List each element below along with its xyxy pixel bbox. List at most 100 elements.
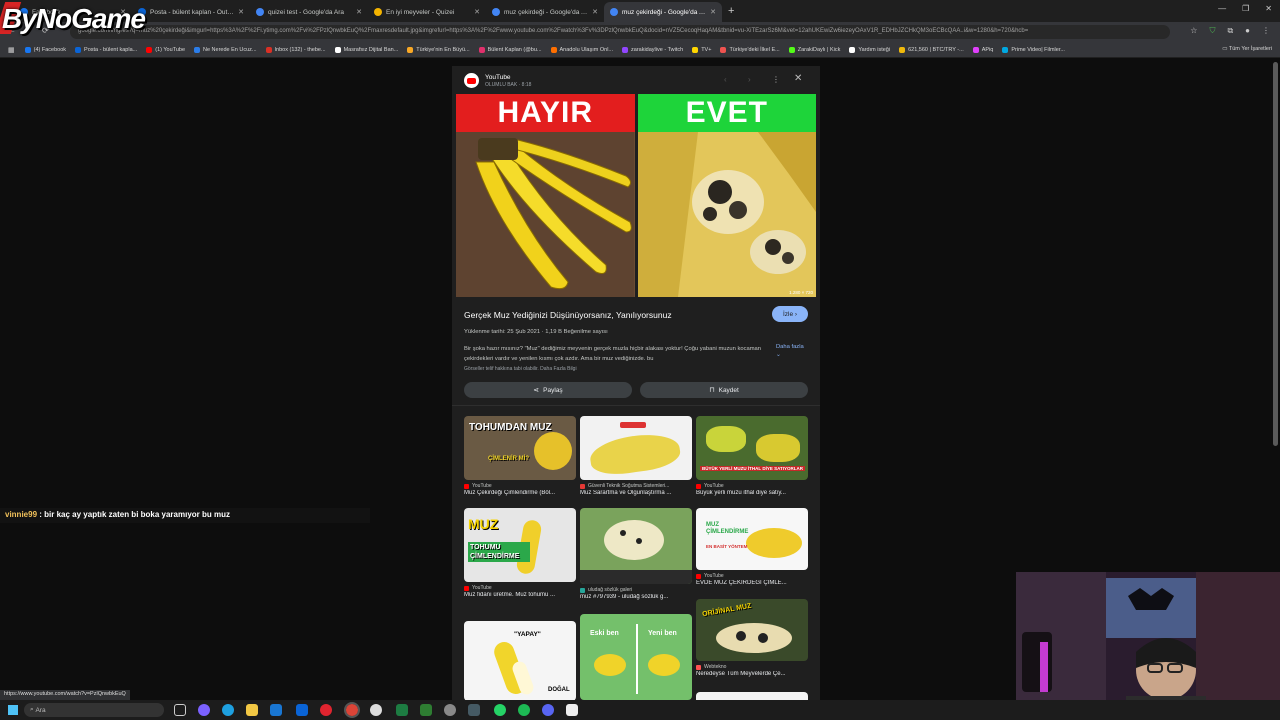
more-button[interactable]: Daha fazla ⌄ [776,343,806,359]
bank-icon [334,46,341,53]
bookmark-outlook[interactable]: Posta - bülent kapla... [75,46,137,53]
visit-button[interactable]: İzle › [772,306,808,322]
binance-icon [899,46,906,53]
app2-icon[interactable] [566,704,578,716]
related-result[interactable]: BÜYÜK YERLİ MUZU İTHAL DİYE SATIYORLAR Y… [696,416,808,496]
chevron-down-icon: ⌄ [776,352,781,358]
thumbnail-image: MUZ TOHUMU ÇİMLENDİRME [464,508,576,582]
google-favicon-icon [610,8,618,16]
preview-image[interactable]: HAYIR EVET 1.280 × 720 [456,94,816,297]
seeded-banana-illustration-icon [637,132,816,297]
bookmark-turkey[interactable]: Türkiye'nin En Büyü... [407,46,470,53]
tab-outlook[interactable]: Posta - bülent kaplan - Outlook ✕ [132,2,250,22]
hero-right: EVET 1.280 × 720 [637,94,816,297]
opera-icon[interactable] [320,704,332,716]
source-header[interactable]: YouTube OLUMLU BAK · 8:18 [464,73,531,88]
windows-start-icon[interactable] [8,705,18,715]
tab-quizei[interactable]: En iyi meyveler - Quizei ✕ [368,2,486,22]
chat-text: bir kaç ay yaptık zaten bi boka yaramıyo… [44,510,230,519]
copilot-icon[interactable] [198,704,210,716]
shield-icon[interactable]: ⛉ [1209,26,1215,36]
bookmark-prime[interactable]: Prime Video| Filmler... [1002,46,1065,53]
placeholder-card [696,692,808,700]
menu-icon[interactable]: ⋮ [1262,26,1270,36]
bookmark-price[interactable]: Ne Nerede En Ucuz... [194,46,257,53]
bookmark-article[interactable]: Türkiye'deki İlkel E... [720,46,780,53]
bookmark-transit[interactable]: Anadolu Ulaşım Onl... [550,46,613,53]
bookmark-tvplus[interactable]: TV+ [692,46,711,53]
folder-icon: ▭ [1222,46,1229,52]
related-result[interactable]: Eski ben Yeni ben [580,614,692,700]
youtube-icon [696,573,701,579]
profile-icon[interactable]: ● [1245,26,1250,36]
related-result[interactable]: MUZ ÇİMLENDİRME EN BASİT YÖNTEM YouTube … [696,508,808,586]
divider [452,405,820,406]
close-icon[interactable]: ✕ [356,8,362,16]
share-button[interactable]: ⋖ Paylaş [464,382,632,398]
related-result[interactable]: TOHUMDAN MUZ ÇİMLENİR Mİ? YouTube Muz Çe… [464,416,576,496]
youtube-icon [146,46,153,53]
outlook-icon[interactable] [296,704,308,716]
stream-logo: ByNoGame [2,3,146,34]
bookmark-kick[interactable]: ZarakiDaylı | Kick [788,46,840,53]
app-icon[interactable] [420,704,432,716]
close-icon[interactable]: ✕ [238,8,244,16]
bookmark-help[interactable]: Yardım isteği [849,46,890,53]
prev-arrow-icon[interactable]: ‹ [724,75,727,84]
close-icon[interactable]: ✕ [474,8,480,16]
obs-icon[interactable] [370,704,382,716]
related-result[interactable]: MUZ TOHUMU ÇİMLENDİRME YouTube Muz fidan… [464,508,576,598]
bookmark-youtube[interactable]: (1) YouTube [146,46,185,53]
tab-google-search-1[interactable]: quizei test - Google'da Ara ✕ [250,2,368,22]
tab-google-search-active[interactable]: muz çekirdeği - Google'da Ara ✕ [604,2,722,22]
store-icon[interactable] [270,704,282,716]
related-result[interactable]: ORİJİNAL MUZ Webtekno Neredeyse Tüm Meyv… [696,599,808,677]
close-icon[interactable]: ✕ [794,73,802,84]
calculator-icon[interactable] [468,704,480,716]
chrome-icon[interactable] [344,702,360,718]
edge-icon[interactable] [222,704,234,716]
bookmark-twitch[interactable]: zarakidaylive - Twitch [622,46,683,53]
close-window-icon[interactable]: ✕ [1265,4,1272,13]
streamer-webcam-icon [1016,572,1280,708]
page-scrollbar[interactable] [1273,62,1278,446]
address-bar[interactable]: google.com/imgres?q=muz%20çekirdeği&imgu… [70,25,1170,39]
tv-icon [692,46,699,53]
file-explorer-icon[interactable] [246,704,258,716]
excel-icon[interactable] [396,704,408,716]
minimize-icon[interactable]: — [1218,4,1226,13]
bookmark-apiq[interactable]: APiq [972,46,993,53]
close-icon[interactable]: ✕ [710,8,716,16]
save-button[interactable]: ⊓ Kaydet [640,382,808,398]
bookmark-bank[interactable]: Masrafsız Dijital Ban... [334,46,398,53]
maximize-icon[interactable]: ❐ [1242,4,1249,13]
new-tab-button[interactable]: + [728,5,734,17]
star-icon[interactable]: ☆ [1190,26,1197,36]
kick-icon [788,46,795,53]
settings-icon[interactable] [444,704,456,716]
related-result[interactable]: uludağ sözlük galeri muz #797939 - uluda… [580,508,692,600]
spotify-icon[interactable] [518,704,530,716]
all-bookmarks-folder[interactable]: ▭ Tüm Yer İşaretleri [1222,46,1272,52]
task-view-icon[interactable] [174,704,186,716]
extensions-icon[interactable]: ⧉ [1227,26,1233,36]
more-options-icon[interactable]: ⋮ [772,75,780,84]
bookmark-btc[interactable]: 621,560 | BTC/TRY -... [899,46,964,53]
taskbar-search[interactable]: ⌕ Ara [24,703,164,717]
video-title[interactable]: Gerçek Muz Yediğinizi Düşünüyorsanız, Ya… [464,310,764,320]
site-icon [407,46,414,53]
discord-icon[interactable] [542,704,554,716]
bookmark-instagram[interactable]: Bülent Kaplan (@bu... [478,46,542,53]
apps-grid-icon[interactable]: ▦ [8,46,15,54]
thumbnail-image [580,416,692,480]
source-name: YouTube [485,73,511,81]
related-result[interactable]: Güvenli Teknik Soğutma Sistemleri... Muz… [580,416,692,496]
bookmark-inbox[interactable]: Inbox (132) - thebe... [265,46,326,53]
tab-google-search-2[interactable]: muz çekirdeği - Google'da Ara ✕ [486,2,604,22]
bookmark-facebook[interactable]: (4) Facebook [24,46,66,53]
stream-chat-message: vinnie99 : bir kaç ay yaptık zaten bi bo… [0,508,370,523]
related-result[interactable]: "YAPAY" DOĞAL [464,621,576,701]
close-icon[interactable]: ✕ [592,8,598,16]
next-arrow-icon[interactable]: › [748,75,751,84]
whatsapp-icon[interactable] [494,704,506,716]
